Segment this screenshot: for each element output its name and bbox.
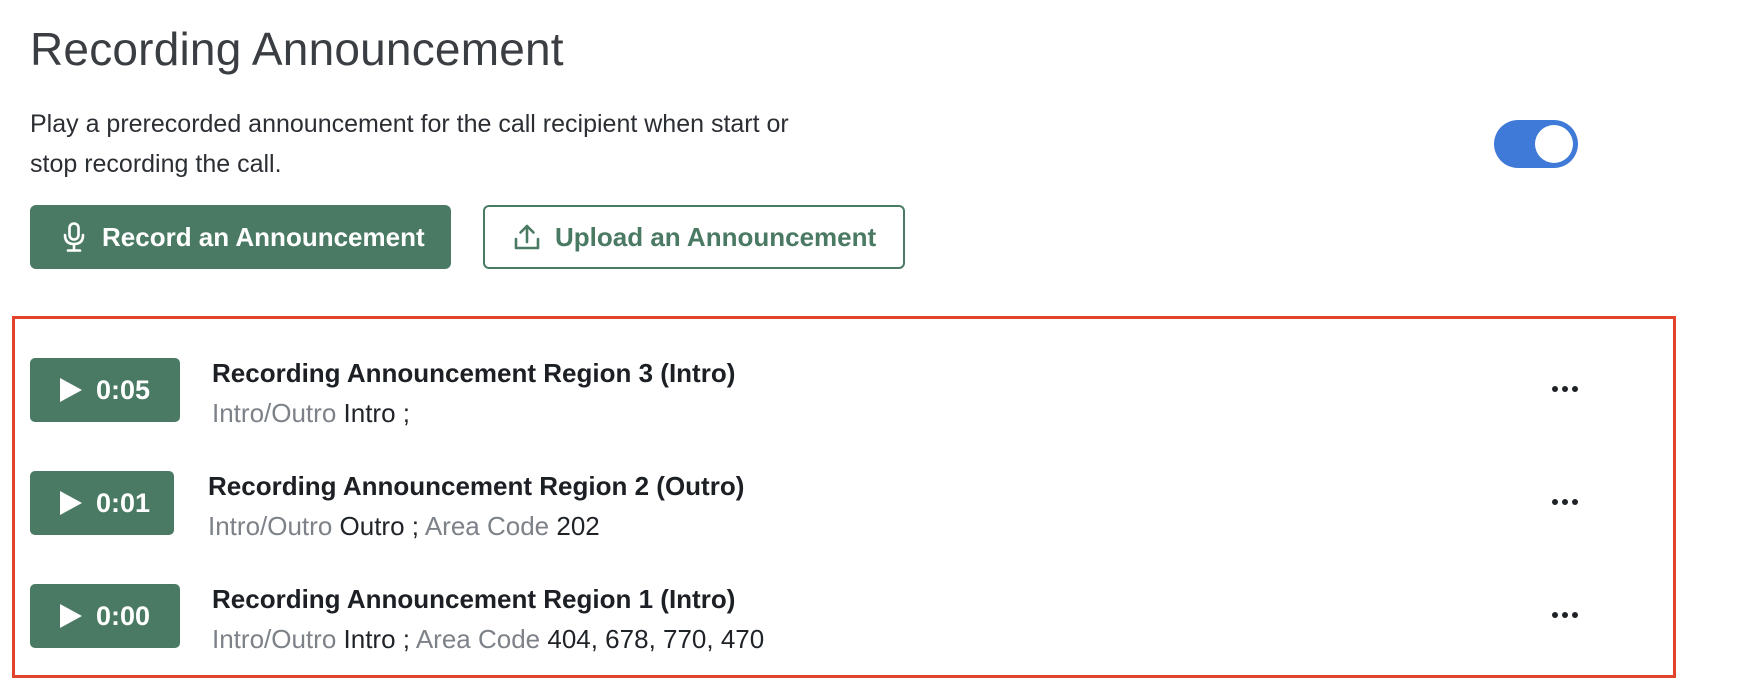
play-icon — [60, 491, 82, 515]
area-code-value: 202 — [556, 511, 600, 541]
intro-outro-value: Intro — [343, 398, 396, 428]
record-announcement-label: Record an Announcement — [102, 221, 425, 252]
recording-title: Recording Announcement Region 2 (Outro) — [208, 471, 745, 501]
microphone-icon — [60, 221, 88, 253]
recording-title: Recording Announcement Region 1 (Intro) — [212, 584, 736, 614]
recording-meta: Intro/Outro Intro ; Area Code 404, 678, … — [212, 624, 764, 655]
list-item: 0:00 Recording Announcement Region 1 (In… — [15, 584, 1673, 674]
recording-duration: 0:01 — [96, 487, 151, 518]
play-button[interactable]: 0:01 — [30, 471, 174, 535]
more-options-button[interactable] — [1543, 600, 1587, 630]
upload-announcement-label: Upload an Announcement — [555, 221, 877, 252]
toggle-knob — [1535, 125, 1573, 163]
recording-meta: Intro/Outro Intro ; — [212, 398, 410, 429]
recordings-list: 0:05 Recording Announcement Region 3 (In… — [12, 316, 1676, 678]
meta-separator: ; — [402, 624, 411, 654]
recording-duration: 0:05 — [96, 374, 151, 405]
intro-outro-label: Intro/Outro — [212, 624, 337, 654]
record-announcement-button[interactable]: Record an Announcement — [30, 205, 451, 269]
more-options-button[interactable] — [1543, 374, 1587, 404]
recording-title: Recording Announcement Region 3 (Intro) — [212, 358, 736, 388]
recording-duration: 0:00 — [96, 600, 151, 631]
meta-separator: ; — [411, 511, 420, 541]
list-item: 0:05 Recording Announcement Region 3 (In… — [15, 358, 1673, 448]
more-icon — [1552, 612, 1558, 618]
intro-outro-value: Intro — [343, 624, 396, 654]
play-button[interactable]: 0:00 — [30, 584, 180, 648]
upload-icon — [513, 221, 541, 253]
intro-outro-value: Outro — [339, 511, 405, 541]
more-icon — [1552, 386, 1558, 392]
upload-announcement-button[interactable]: Upload an Announcement — [483, 205, 905, 269]
intro-outro-label: Intro/Outro — [208, 511, 333, 541]
more-options-button[interactable] — [1543, 487, 1587, 517]
recording-announcement-toggle[interactable] — [1494, 120, 1578, 168]
play-button[interactable]: 0:05 — [30, 358, 180, 422]
page-description: Play a prerecorded announcement for the … — [30, 110, 789, 178]
more-icon — [1552, 499, 1558, 505]
area-code-label: Area Code — [424, 511, 550, 541]
meta-separator: ; — [402, 398, 411, 428]
recording-meta: Intro/Outro Outro ; Area Code 202 — [208, 511, 600, 542]
intro-outro-label: Intro/Outro — [212, 398, 337, 428]
play-icon — [60, 604, 82, 628]
page-title: Recording Announcement — [30, 23, 564, 75]
area-code-value: 404, 678, 770, 470 — [547, 624, 765, 654]
play-icon — [60, 378, 82, 402]
area-code-label: Area Code — [415, 624, 541, 654]
list-item: 0:01 Recording Announcement Region 2 (Ou… — [15, 471, 1673, 561]
